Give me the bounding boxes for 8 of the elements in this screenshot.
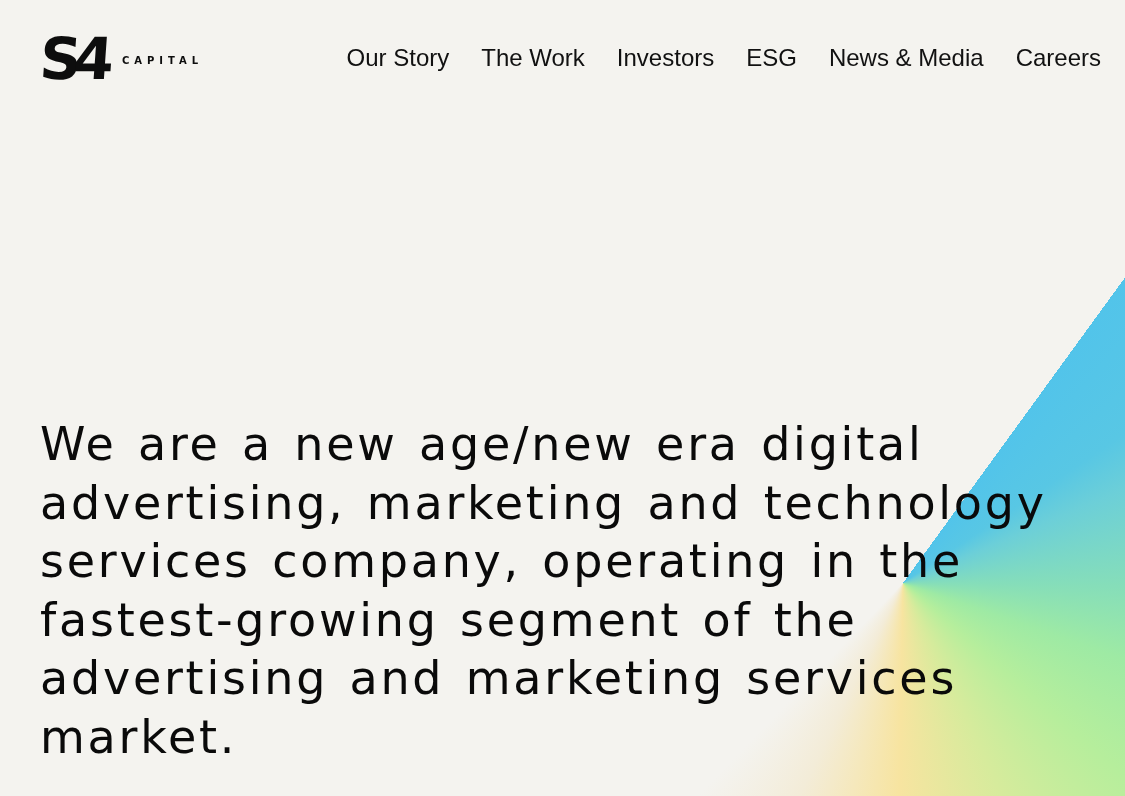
nav-link[interactable]: Investors [616, 42, 715, 74]
nav-link[interactable]: News & Media [828, 42, 984, 74]
logo-mark: S4 [37, 30, 108, 88]
logo-wordmark: CAPITAL [121, 54, 204, 66]
nav-link[interactable]: The Work [481, 42, 585, 74]
nav-link[interactable]: ESG [746, 42, 797, 74]
nav-link[interactable]: Our Story [346, 42, 450, 74]
nav-link[interactable]: Careers [1015, 42, 1101, 74]
